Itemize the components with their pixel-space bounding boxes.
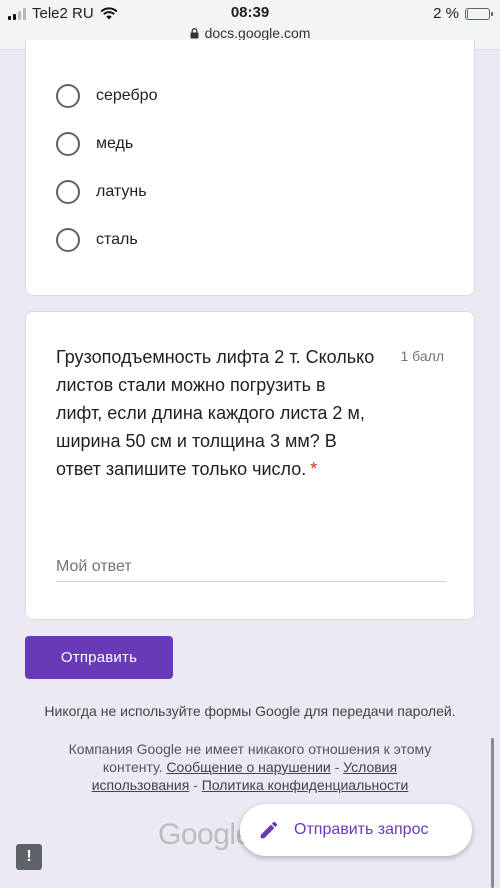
battery-icon — [465, 7, 493, 20]
pencil-icon — [260, 821, 278, 839]
required-asterisk: * — [310, 459, 318, 479]
password-warning: Никогда не используйте формы Google для … — [44, 703, 456, 719]
radio-button[interactable] — [56, 180, 80, 204]
send-feedback-label: Отправить запрос — [294, 821, 429, 838]
option-label: медь — [96, 135, 134, 152]
option-label: латунь — [96, 183, 147, 200]
clock: 08:39 — [230, 4, 270, 21]
radio-button[interactable] — [56, 84, 80, 108]
question-title: Грузоподъемность лифта 2 т. Сколько лист… — [56, 343, 376, 483]
question-card-options: серебро медь латунь сталь — [25, 40, 475, 296]
option-copper[interactable]: медь — [56, 132, 133, 156]
report-icon[interactable]: ! — [16, 844, 42, 870]
disclaimer: Компания Google не имеет никакого отноше… — [60, 740, 440, 794]
privacy-link[interactable]: Политика конфиденциальности — [202, 777, 409, 793]
address-bar[interactable]: docs.google.com — [0, 25, 500, 41]
radio-button[interactable] — [56, 132, 80, 156]
question-text: Грузоподъемность лифта 2 т. Сколько лист… — [56, 347, 375, 479]
separator: - — [189, 777, 202, 793]
google-forms-logo: Google — [158, 818, 252, 851]
battery-percent: 2 % — [433, 5, 459, 22]
report-abuse-link[interactable]: Сообщение о нарушении — [166, 759, 330, 775]
scrollbar[interactable] — [491, 738, 494, 888]
question-points: 1 балл — [400, 348, 445, 364]
option-label: серебро — [96, 87, 158, 104]
submit-button[interactable]: Отправить — [25, 636, 173, 679]
lock-icon — [190, 28, 199, 39]
answer-input[interactable] — [56, 552, 446, 582]
url-text: docs.google.com — [204, 25, 311, 41]
question-card: Грузоподъемность лифта 2 т. Сколько лист… — [25, 311, 475, 620]
radio-button[interactable] — [56, 228, 80, 252]
status-right: 2 % — [433, 5, 493, 22]
option-brass[interactable]: латунь — [56, 180, 147, 204]
option-label: сталь — [96, 231, 138, 248]
separator: - — [330, 759, 344, 775]
option-steel[interactable]: сталь — [56, 228, 138, 252]
option-silver[interactable]: серебро — [56, 84, 157, 108]
send-feedback-button[interactable]: Отправить запрос — [240, 804, 472, 856]
